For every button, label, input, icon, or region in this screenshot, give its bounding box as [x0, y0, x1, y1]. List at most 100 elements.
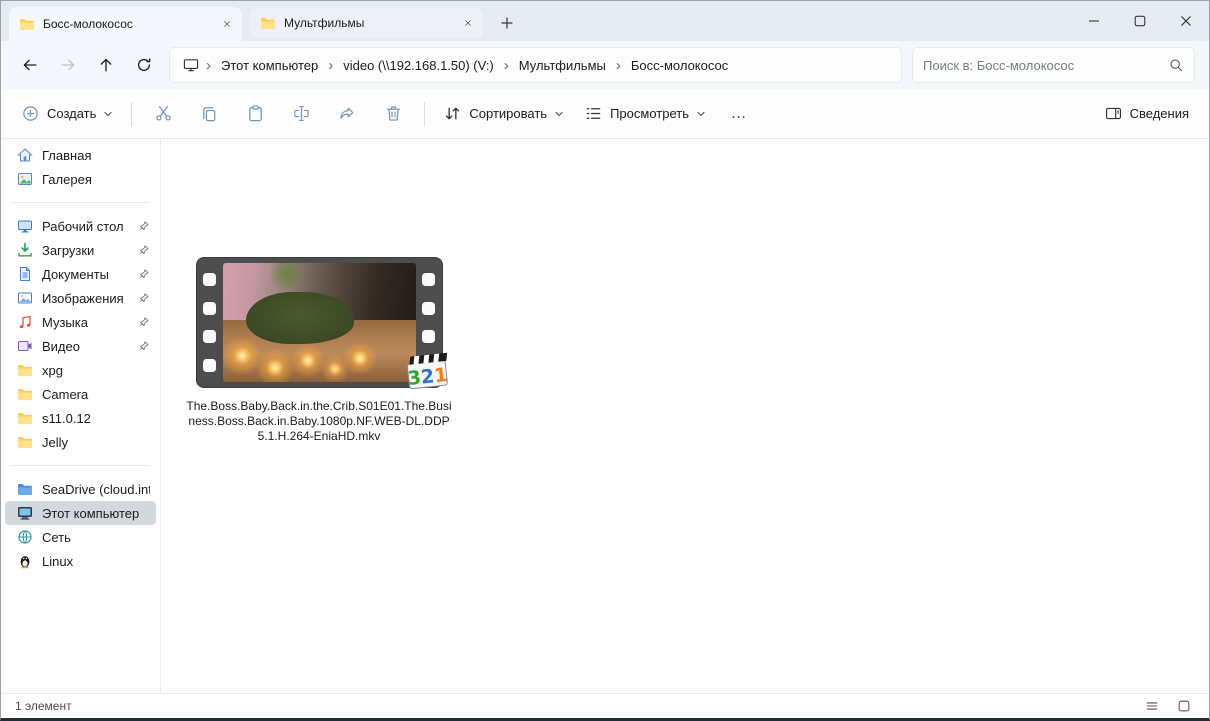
network-icon [17, 529, 33, 545]
refresh-button[interactable] [125, 47, 163, 83]
scissors-icon [154, 104, 173, 123]
seadrive-icon [17, 481, 33, 497]
file-explorer-window: Босс-молокосос Мультфильмы › Этот компью… [0, 0, 1210, 721]
folder-icon [17, 362, 33, 378]
breadcrumb-this-pc[interactable]: Этот компьютер [213, 54, 326, 77]
folder-content: 321 The.Boss.Baby.Back.in.the.Crib.S01E0… [161, 139, 1209, 693]
sidebar-divider [11, 202, 150, 203]
close-tab-icon[interactable] [222, 19, 232, 29]
item-count: 1 элемент [15, 699, 72, 713]
list-view-icon [1145, 699, 1159, 713]
sidebar-item-video[interactable]: Видео [5, 334, 156, 358]
pin-icon [138, 316, 150, 328]
chevron-right-icon: › [206, 56, 211, 74]
sidebar-divider [11, 465, 150, 466]
maximize-icon [1134, 15, 1146, 27]
folder-icon [260, 15, 276, 31]
folder-icon [19, 16, 35, 32]
plus-icon [501, 17, 513, 29]
sidebar: Главная Галерея Рабочий стол Загрузки До… [1, 139, 161, 693]
back-button[interactable] [11, 47, 49, 83]
new-button[interactable]: Создать [11, 96, 123, 132]
monitor-icon [182, 56, 200, 74]
maximize-button[interactable] [1117, 1, 1163, 41]
folder-icon [17, 386, 33, 402]
titlebar: Босс-молокосос Мультфильмы [1, 1, 1209, 41]
sidebar-item-pictures[interactable]: Изображения [5, 286, 156, 310]
pin-icon [138, 292, 150, 304]
sidebar-item-music[interactable]: Музыка [5, 310, 156, 334]
sidebar-item-xpg[interactable]: xpg [5, 358, 156, 382]
pin-icon [138, 244, 150, 256]
sidebar-item-s11012[interactable]: s11.0.12 [5, 406, 156, 430]
status-view-toggles [1141, 697, 1195, 715]
more-button[interactable]: … [716, 96, 762, 132]
view-button-label: Просмотреть [610, 106, 689, 121]
sort-button-label: Сортировать [469, 106, 548, 121]
up-button[interactable] [87, 47, 125, 83]
share-button[interactable] [324, 96, 370, 132]
folder-icon [17, 434, 33, 450]
tab-multfilmy[interactable]: Мультфильмы [250, 8, 483, 38]
close-button[interactable] [1163, 1, 1209, 41]
view-icon [584, 104, 603, 123]
breadcrumb-network-drive[interactable]: video (\\192.168.1.50) (V:) [335, 54, 502, 77]
chevron-down-icon [554, 109, 564, 119]
trash-icon [384, 104, 403, 123]
rename-button[interactable] [278, 96, 324, 132]
chevron-down-icon [103, 109, 113, 119]
file-item-video[interactable]: 321 The.Boss.Baby.Back.in.the.Crib.S01E0… [185, 257, 453, 444]
tab-boss-molokosos[interactable]: Босс-молокосос [9, 7, 242, 41]
close-tab-icon[interactable] [463, 18, 473, 28]
svg-text:321: 321 [406, 364, 448, 390]
documents-icon [17, 266, 33, 282]
file-name: The.Boss.Baby.Back.in.the.Crib.S01E01.Th… [186, 399, 452, 443]
chevron-right-icon: › [615, 56, 621, 74]
cut-button[interactable] [140, 96, 186, 132]
pin-icon [138, 220, 150, 232]
pin-icon [138, 268, 150, 280]
breadcrumb-boss-molokosos[interactable]: Босс-молокосос [623, 54, 736, 77]
refresh-icon [135, 56, 153, 74]
chevron-down-icon [696, 109, 706, 119]
sidebar-item-seadrive[interactable]: SeaDrive (cloud.inter [5, 477, 156, 501]
new-button-label: Создать [47, 106, 97, 121]
sidebar-item-this-pc[interactable]: Этот компьютер [5, 501, 156, 525]
sidebar-item-home[interactable]: Главная [5, 143, 156, 167]
search-input[interactable] [923, 57, 1168, 73]
computer-icon [17, 505, 33, 521]
status-list-view-button[interactable] [1141, 697, 1163, 715]
delete-button[interactable] [370, 96, 416, 132]
details-panel-icon [1104, 104, 1123, 123]
sort-button[interactable]: Сортировать [433, 96, 574, 132]
toolbar-divider [424, 101, 426, 126]
sidebar-item-downloads[interactable]: Загрузки [5, 238, 156, 262]
chevron-right-icon: › [328, 56, 334, 74]
tab-label: Мультфильмы [284, 16, 365, 30]
plus-circle-icon [21, 104, 40, 123]
forward-icon [59, 56, 77, 74]
sidebar-item-network[interactable]: Сеть [5, 525, 156, 549]
paste-button[interactable] [232, 96, 278, 132]
search-box [912, 47, 1195, 83]
sidebar-item-gallery[interactable]: Галерея [5, 167, 156, 191]
sidebar-item-linux[interactable]: Linux [5, 549, 156, 573]
sidebar-item-documents[interactable]: Документы [5, 262, 156, 286]
copy-button[interactable] [186, 96, 232, 132]
breadcrumb-multfilmy[interactable]: Мультфильмы [511, 54, 614, 77]
forward-button[interactable] [49, 47, 87, 83]
thumbnail-view-icon [1177, 699, 1191, 713]
status-thumbnail-view-button[interactable] [1173, 697, 1195, 715]
sidebar-item-desktop[interactable]: Рабочий стол [5, 214, 156, 238]
minimize-button[interactable] [1071, 1, 1117, 41]
desktop-icon [17, 218, 33, 234]
copy-icon [200, 104, 219, 123]
new-tab-button[interactable] [493, 9, 521, 37]
back-icon [21, 56, 39, 74]
view-button[interactable]: Просмотреть [574, 96, 716, 132]
linux-penguin-icon [17, 553, 33, 569]
sidebar-item-jelly[interactable]: Jelly [5, 430, 156, 454]
tab-label: Босс-молокосос [43, 17, 133, 31]
details-button[interactable]: Сведения [1094, 96, 1199, 132]
sidebar-item-camera[interactable]: Camera [5, 382, 156, 406]
